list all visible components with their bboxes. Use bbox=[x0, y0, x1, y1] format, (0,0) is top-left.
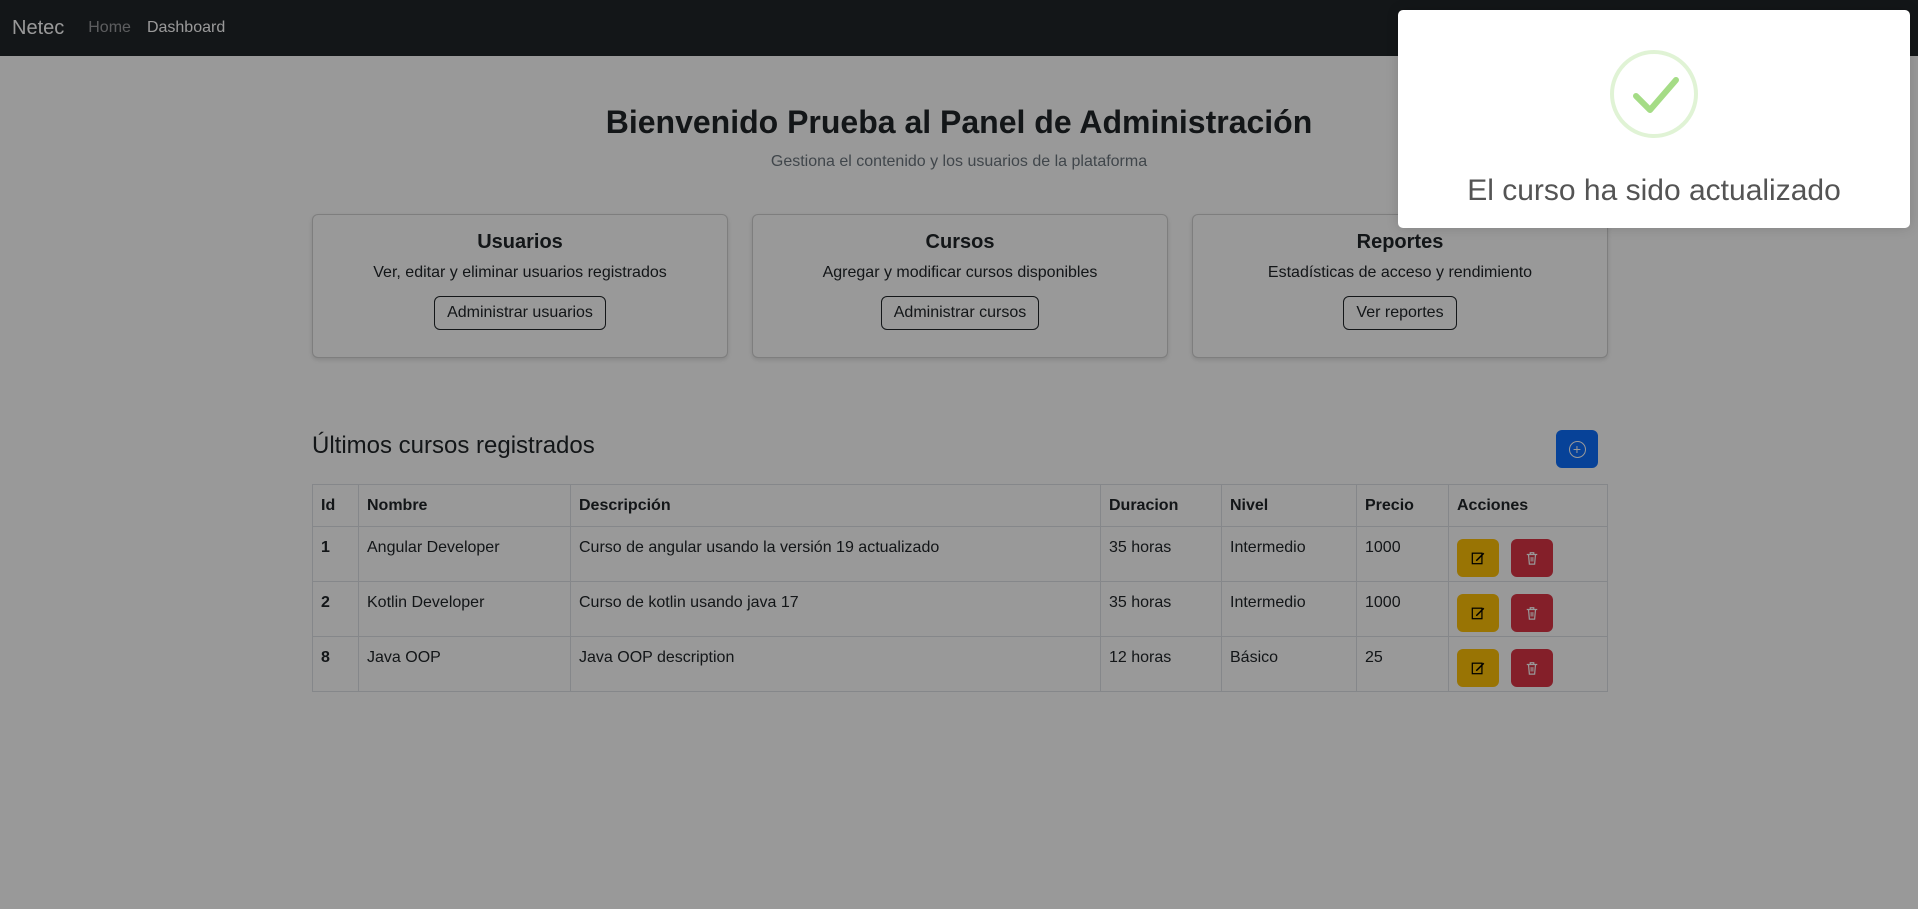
success-toast: El curso ha sido actualizado bbox=[1398, 10, 1910, 228]
success-check-icon bbox=[1610, 50, 1698, 138]
toast-title: El curso ha sido actualizado bbox=[1467, 174, 1841, 207]
